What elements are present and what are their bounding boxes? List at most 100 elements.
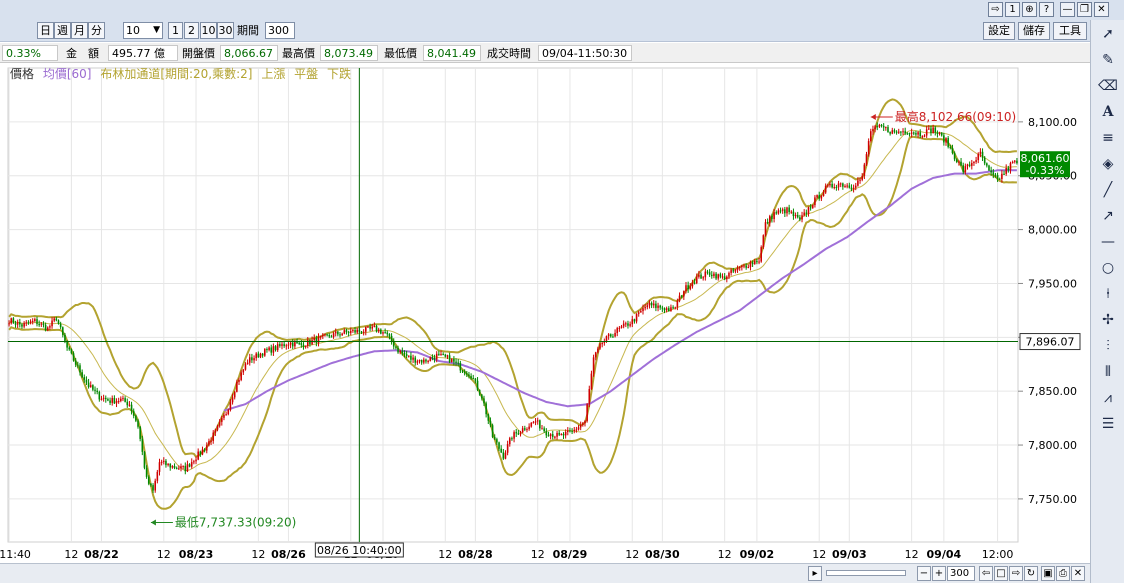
candle-body	[362, 331, 365, 333]
legend-up: 上漲	[261, 67, 286, 81]
zoom-slider[interactable]	[826, 570, 906, 576]
candle-body	[536, 420, 539, 422]
close-icon[interactable]: ✕	[1094, 2, 1109, 17]
multiplier-10-button[interactable]: 10	[200, 22, 217, 39]
zoom-in-icon[interactable]: +	[932, 566, 946, 581]
pointer-icon[interactable]: ➚	[1095, 22, 1121, 46]
candle-body	[96, 390, 98, 392]
right-icon[interactable]: ⇨	[1009, 566, 1023, 581]
fan-icon[interactable]: ⩘	[1095, 386, 1121, 410]
palette-icon[interactable]: ◈	[1095, 152, 1121, 176]
one-icon[interactable]: 1	[1005, 2, 1020, 17]
candle-body	[584, 420, 586, 424]
period-input[interactable]: 300	[265, 22, 295, 39]
tools-button[interactable]: 工具	[1053, 22, 1087, 40]
multiplier-30-button[interactable]: 30	[217, 22, 234, 39]
candle-body	[771, 216, 773, 220]
candle-body	[936, 132, 939, 134]
candle-body	[811, 205, 814, 208]
candle-body	[958, 161, 960, 163]
pin-icon[interactable]: ⍿	[1095, 282, 1121, 306]
multiplier-2-button[interactable]: 2	[184, 22, 199, 39]
candle-body	[726, 276, 728, 280]
candle-body	[496, 439, 498, 443]
candle-body	[311, 340, 313, 345]
candle-body	[259, 353, 262, 358]
interval-select[interactable]: 10 ▼	[123, 22, 163, 39]
price-chart[interactable]: 7,750.007,800.007,850.007,900.007,950.00…	[0, 64, 1090, 563]
period-day-button[interactable]: 日	[37, 22, 54, 39]
save-icon[interactable]: ▣	[1041, 566, 1055, 581]
candle-body	[923, 135, 926, 137]
candle-body	[665, 308, 668, 311]
crosshair-icon[interactable]: ✢	[1095, 308, 1121, 332]
candle-body	[824, 185, 827, 193]
interval-value: 10	[126, 24, 140, 37]
candle-body	[100, 398, 103, 400]
candle-body	[968, 164, 971, 166]
chart-area[interactable]: 7,750.007,800.007,850.007,900.007,950.00…	[0, 64, 1090, 563]
candle-body	[545, 431, 548, 436]
candle-body	[493, 436, 496, 440]
candle-body	[788, 207, 790, 212]
circle-icon[interactable]: ○	[1095, 256, 1121, 280]
bars-icon[interactable]: ⫶	[1095, 334, 1121, 358]
hline-icon[interactable]: —	[1095, 230, 1121, 254]
zoom-out-icon[interactable]: −	[917, 566, 931, 581]
candle-body	[878, 124, 881, 127]
link-icon[interactable]: ⊕	[1022, 2, 1037, 17]
multiplier-1-button[interactable]: 1	[168, 22, 183, 39]
minimize-icon[interactable]: —	[1060, 2, 1075, 17]
candle-body	[225, 414, 227, 416]
candle-body	[328, 334, 331, 337]
left-icon[interactable]: ⇦	[979, 566, 993, 581]
candle-body	[392, 341, 395, 347]
close-chart-icon[interactable]: ✕	[1071, 566, 1085, 581]
candle-body	[1003, 173, 1005, 175]
candle-body	[416, 361, 419, 363]
stop-icon[interactable]: □	[994, 566, 1008, 581]
toolbar: 日 週 月 分 10 ▼ 1 2 10 30 期間 300 ⇨ 1 ⊕ ? — …	[0, 0, 1124, 42]
candle-body	[756, 260, 758, 263]
candle-body	[539, 420, 541, 429]
refresh-icon[interactable]: ↻	[1024, 566, 1038, 581]
candle-body	[622, 323, 625, 327]
candle-body	[180, 466, 182, 469]
lines-icon[interactable]: ≡	[1095, 126, 1121, 150]
candle-body	[195, 459, 197, 462]
help-icon[interactable]: ?	[1039, 2, 1054, 17]
candle-body	[457, 362, 460, 364]
candle-body	[485, 403, 487, 415]
candle-body	[300, 343, 303, 345]
arrow-icon[interactable]: ↗	[1095, 204, 1121, 228]
save-button[interactable]: 儲存	[1018, 22, 1050, 40]
zoom-input[interactable]: 300	[947, 566, 975, 581]
vbars-icon[interactable]: ⦀	[1095, 360, 1121, 384]
period-minute-button[interactable]: 分	[88, 22, 105, 39]
print-icon[interactable]: ⎙	[1056, 566, 1070, 581]
settings-button[interactable]: 設定	[983, 22, 1015, 40]
scroll-right-icon[interactable]: ▸	[808, 566, 822, 581]
candle-body	[719, 274, 722, 277]
high-annotation: 最高8,102.66(09:10)	[895, 109, 1016, 124]
fib-icon[interactable]: ☰	[1095, 412, 1121, 436]
period-month-button[interactable]: 月	[71, 22, 88, 39]
text-icon[interactable]: A	[1095, 100, 1121, 124]
period-week-button[interactable]: 週	[54, 22, 71, 39]
x-tick-label: 08/28	[458, 548, 493, 561]
candle-body	[162, 460, 165, 462]
restore-icon[interactable]: ❐	[1077, 2, 1092, 17]
export-icon[interactable]: ⇨	[988, 2, 1003, 17]
candle-body	[506, 444, 509, 453]
candle-body	[766, 222, 769, 224]
candle-body	[423, 359, 425, 363]
candle-body	[867, 141, 870, 155]
eraser-icon[interactable]: ✎	[1095, 48, 1121, 72]
erase-all-icon[interactable]: ⌫	[1095, 74, 1121, 98]
candle-body	[949, 146, 952, 148]
candle-body	[906, 133, 909, 135]
high-label: 最高價	[278, 45, 319, 61]
candle-body	[500, 448, 502, 453]
candle-body	[762, 235, 765, 248]
line-icon[interactable]: ╱	[1095, 178, 1121, 202]
